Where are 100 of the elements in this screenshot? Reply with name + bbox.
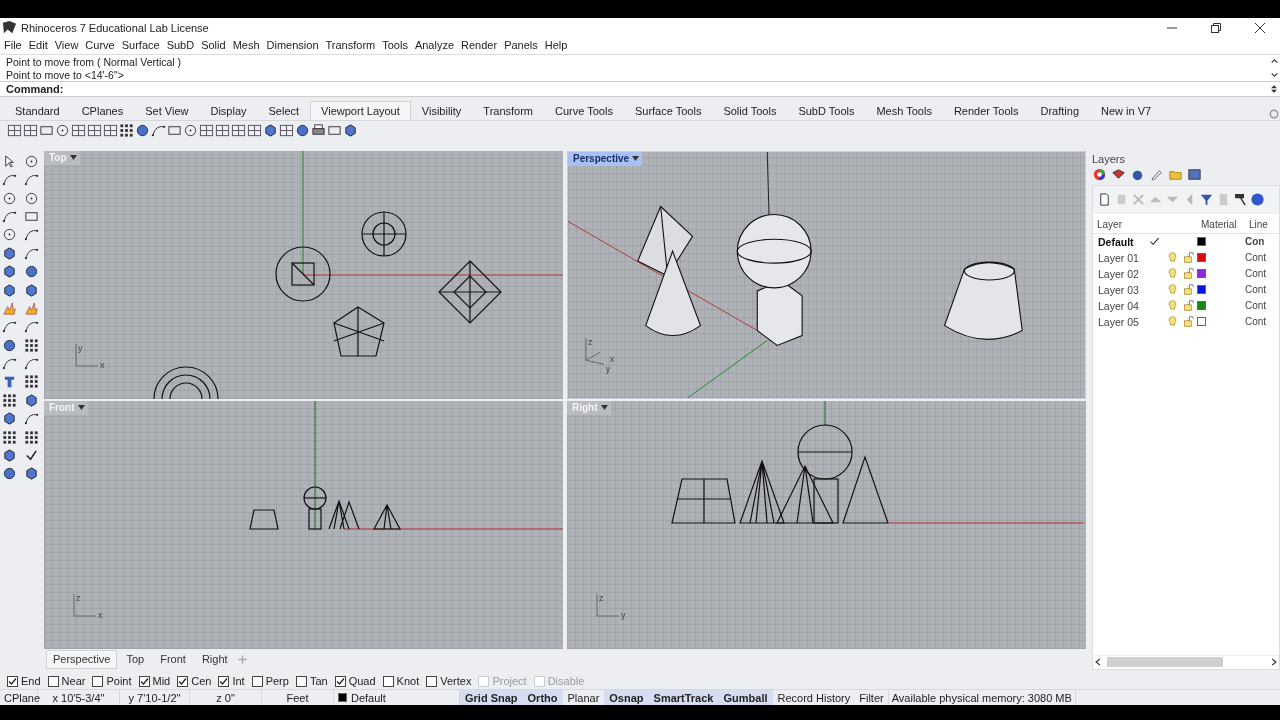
layer-color-swatch[interactable] bbox=[1197, 237, 1206, 247]
osnap-checkbox[interactable]: Mid bbox=[138, 675, 171, 688]
pointer-icon[interactable] bbox=[2, 153, 17, 169]
circle-icon[interactable] bbox=[2, 190, 17, 206]
layout-icon[interactable] bbox=[231, 123, 246, 138]
toolbar-tab[interactable]: Standard bbox=[4, 101, 71, 121]
layout-icon[interactable] bbox=[103, 123, 118, 138]
curve-icon[interactable] bbox=[24, 319, 39, 335]
scroll-left-icon[interactable] bbox=[1093, 657, 1103, 668]
layer-color-swatch[interactable] bbox=[1197, 253, 1206, 263]
viewport[interactable]: Perspective z x y bbox=[567, 150, 1086, 399]
curve-icon[interactable] bbox=[2, 172, 17, 188]
menu-item[interactable]: Dimension bbox=[266, 39, 319, 52]
viewport-tab[interactable]: Front bbox=[153, 649, 193, 669]
toolbar-tab[interactable]: CPlanes bbox=[70, 101, 135, 121]
scrollbar-thumb[interactable] bbox=[1107, 657, 1223, 668]
viewport[interactable]: Front z x bbox=[44, 400, 563, 649]
color-wheel-icon[interactable] bbox=[1092, 167, 1107, 183]
status-toggle[interactable]: Record History bbox=[772, 690, 856, 705]
grid-icon[interactable] bbox=[2, 392, 17, 408]
hammer-icon[interactable] bbox=[1233, 192, 1248, 208]
grid-icon[interactable] bbox=[24, 374, 39, 390]
column-header[interactable]: Line bbox=[1245, 218, 1273, 230]
layer-color-swatch[interactable] bbox=[1197, 285, 1206, 295]
box-icon[interactable] bbox=[24, 282, 39, 298]
box-icon[interactable] bbox=[2, 448, 17, 464]
viewport-tab[interactable]: Perspective bbox=[46, 649, 118, 669]
status-toggle[interactable]: Osnap bbox=[604, 690, 649, 705]
box-icon[interactable] bbox=[24, 466, 39, 482]
menu-item[interactable]: Help bbox=[544, 39, 568, 52]
padlock-icon[interactable] bbox=[1183, 300, 1194, 312]
curve-icon[interactable] bbox=[2, 356, 17, 372]
box-icon[interactable] bbox=[2, 282, 17, 298]
layer-name[interactable]: Default bbox=[1093, 235, 1149, 248]
box-icon[interactable] bbox=[2, 245, 17, 261]
toolbar-tab[interactable]: Mesh Tools bbox=[865, 101, 943, 121]
scroll-up-icon[interactable] bbox=[1269, 56, 1279, 66]
osnap-checkbox[interactable]: Cen bbox=[177, 675, 212, 688]
layer-color-swatch[interactable] bbox=[1197, 269, 1206, 279]
viewport-title[interactable]: Perspective bbox=[568, 151, 643, 166]
menu-item[interactable]: Surface bbox=[121, 39, 160, 52]
menu-item[interactable]: Panels bbox=[504, 39, 538, 52]
padlock-icon[interactable] bbox=[1183, 316, 1194, 328]
filter-icon[interactable] bbox=[1199, 192, 1214, 208]
box-icon[interactable] bbox=[263, 123, 278, 138]
curve-icon[interactable] bbox=[151, 123, 166, 138]
viewport-tab[interactable]: Right bbox=[194, 649, 235, 669]
menu-item[interactable]: View bbox=[54, 39, 79, 52]
rectangle-icon[interactable] bbox=[39, 123, 54, 138]
toolbar-tab[interactable]: Render Tools bbox=[942, 101, 1030, 121]
osnap-checkbox[interactable]: End bbox=[7, 675, 41, 688]
viewport-tab[interactable]: Top bbox=[119, 649, 152, 669]
layout-icon[interactable] bbox=[215, 123, 230, 138]
status-toggle[interactable]: SmartTrack bbox=[648, 690, 719, 705]
brush-icon[interactable] bbox=[1149, 167, 1164, 183]
box-icon[interactable] bbox=[2, 264, 17, 280]
layout-icon[interactable] bbox=[87, 123, 102, 138]
status-toggle[interactable]: Grid Snap bbox=[460, 690, 523, 705]
layer-name[interactable]: Layer 05 bbox=[1093, 315, 1149, 328]
layer-name[interactable]: Layer 02 bbox=[1093, 267, 1149, 280]
text-icon[interactable] bbox=[2, 374, 17, 390]
status-toggle[interactable]: Ortho bbox=[522, 690, 563, 705]
column-header[interactable]: Material bbox=[1197, 218, 1245, 230]
layer-name[interactable]: Layer 03 bbox=[1093, 283, 1149, 296]
toolbar-tab[interactable]: Display bbox=[199, 101, 258, 121]
rectangle-icon[interactable] bbox=[167, 123, 182, 138]
menu-item[interactable]: SubD bbox=[166, 39, 195, 52]
circle-icon[interactable] bbox=[183, 123, 198, 138]
toolbar-tab[interactable]: Surface Tools bbox=[623, 101, 713, 121]
layer-name[interactable]: Layer 04 bbox=[1093, 299, 1149, 312]
circle-icon[interactable] bbox=[24, 190, 39, 206]
curve-icon[interactable] bbox=[24, 172, 39, 188]
padlock-icon[interactable] bbox=[1183, 268, 1194, 280]
curve-icon[interactable] bbox=[24, 227, 39, 243]
curve-icon[interactable] bbox=[24, 356, 39, 372]
osnap-checkbox[interactable]: Vertex bbox=[426, 675, 472, 688]
viewport[interactable]: Right z y bbox=[567, 400, 1086, 649]
toolbar-tab[interactable]: New in V7 bbox=[1090, 101, 1163, 121]
menu-item[interactable]: Tools bbox=[382, 39, 408, 52]
layout-icon[interactable] bbox=[279, 123, 294, 138]
sphere-icon[interactable] bbox=[135, 123, 150, 138]
osnap-checkbox[interactable]: Tan bbox=[295, 675, 328, 688]
box-icon[interactable] bbox=[2, 411, 17, 427]
printer-icon[interactable] bbox=[311, 123, 326, 138]
layer-color-swatch[interactable] bbox=[1197, 301, 1206, 311]
osnap-checkbox[interactable]: Knot bbox=[382, 675, 420, 688]
monitor-icon[interactable] bbox=[1187, 167, 1202, 183]
toolbar-tab[interactable]: SubD Tools bbox=[787, 101, 866, 121]
sphere-icon[interactable] bbox=[295, 123, 310, 138]
toolbar-tab[interactable]: Set View bbox=[134, 101, 200, 121]
sphere-icon[interactable] bbox=[2, 337, 17, 353]
layer-color-swatch[interactable] bbox=[1197, 317, 1206, 327]
menu-item[interactable]: File bbox=[4, 39, 22, 52]
grid-icon[interactable] bbox=[24, 429, 39, 445]
viewport[interactable]: Top y x bbox=[44, 150, 563, 399]
circle-icon[interactable] bbox=[24, 153, 39, 169]
scroll-right-icon[interactable] bbox=[1269, 657, 1279, 668]
grid-icon[interactable] bbox=[24, 337, 39, 353]
toolbar-tab[interactable]: Select bbox=[257, 101, 311, 121]
menu-item[interactable]: Analyze bbox=[414, 39, 455, 52]
